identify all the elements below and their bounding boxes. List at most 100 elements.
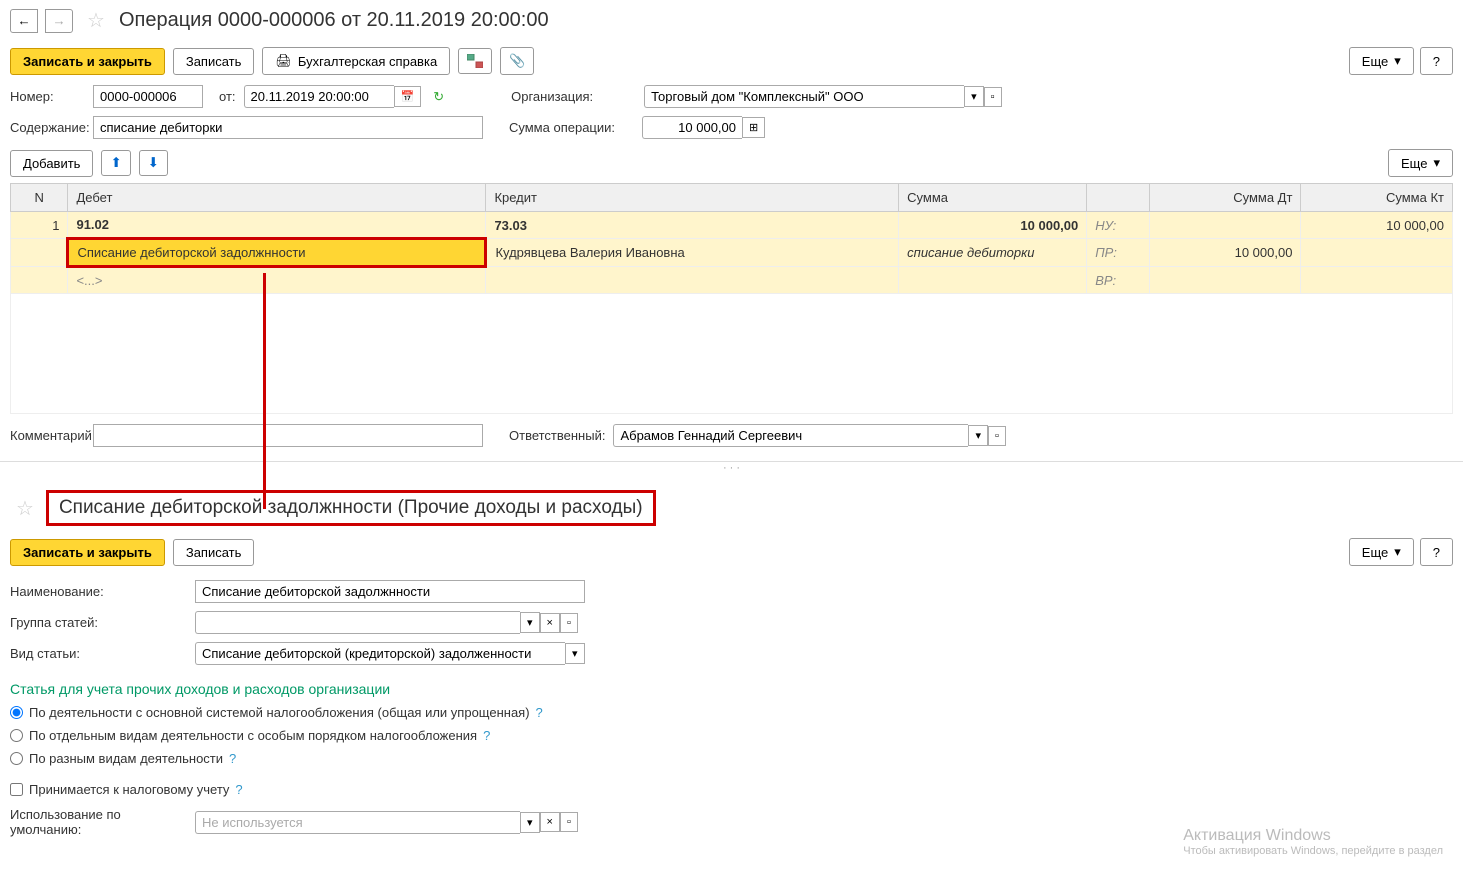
group-dropdown-button[interactable]: ▾ bbox=[520, 612, 540, 633]
cell-pr-label: ПР: bbox=[1087, 239, 1150, 267]
type-input[interactable] bbox=[195, 642, 565, 665]
org-dropdown-button[interactable]: ▾ bbox=[964, 86, 984, 107]
col-sum: Сумма bbox=[899, 184, 1087, 212]
help-button-2[interactable]: ? bbox=[1420, 538, 1453, 566]
table-more-button[interactable]: Еще ▾ bbox=[1388, 149, 1453, 177]
print-reference-button[interactable]: 🖨 Бухгалтерская справка bbox=[262, 47, 450, 75]
cell-debit-subconto2[interactable]: <...> bbox=[68, 267, 486, 294]
cell-empty bbox=[11, 239, 68, 267]
chevron-down-icon: ▾ bbox=[1433, 155, 1440, 171]
responsible-input[interactable] bbox=[613, 424, 968, 447]
calculator-icon: ⊞ bbox=[749, 122, 758, 134]
help-button[interactable]: ? bbox=[1420, 47, 1453, 75]
group-clear-button[interactable]: × bbox=[540, 613, 560, 633]
type-dropdown-button[interactable]: ▾ bbox=[565, 643, 585, 664]
cell-sum-kt-nu[interactable]: 10 000,00 bbox=[1301, 212, 1453, 239]
date-input[interactable] bbox=[244, 85, 394, 108]
save-button[interactable]: Записать bbox=[173, 48, 255, 75]
operation-sum-input[interactable] bbox=[642, 116, 742, 139]
save-button-2[interactable]: Записать bbox=[173, 539, 255, 566]
favorite-star-icon[interactable]: ☆ bbox=[87, 8, 105, 33]
checkbox-tax-accounting-label: Принимается к налоговому учету bbox=[29, 782, 229, 797]
help-icon[interactable]: ? bbox=[229, 751, 236, 766]
checkbox-tax-accounting[interactable] bbox=[10, 783, 23, 796]
calculator-button[interactable]: ⊞ bbox=[742, 117, 765, 138]
cell-credit-subconto1[interactable]: Кудрявцева Валерия Ивановна bbox=[486, 239, 899, 267]
cell-vr-label: ВР: bbox=[1087, 267, 1150, 294]
cell-sum-desc[interactable]: списание дебиторки bbox=[899, 239, 1087, 267]
radio-main-tax-system[interactable] bbox=[10, 706, 23, 719]
default-usage-input[interactable]: Не используется bbox=[195, 811, 520, 834]
cell-sum-dt-vr[interactable] bbox=[1149, 267, 1301, 294]
attachment-button[interactable]: 📎 bbox=[500, 47, 534, 75]
cell-sum-dt-pr[interactable]: 10 000,00 bbox=[1149, 239, 1301, 267]
watermark-title: Активация Windows bbox=[1183, 827, 1443, 845]
cell-debit-subconto1[interactable]: Списание дебиторской задолжнности bbox=[68, 239, 486, 267]
group-open-button[interactable]: ▫ bbox=[560, 613, 578, 633]
default-usage-label: Использование по умолчанию: bbox=[10, 807, 185, 837]
refresh-icon: ↻ bbox=[433, 89, 444, 105]
usage-clear-button[interactable]: × bbox=[540, 812, 560, 832]
section-title: Списание дебиторской задолжнности (Прочи… bbox=[46, 490, 656, 526]
save-and-close-button[interactable]: Записать и закрыть bbox=[10, 48, 165, 75]
save-and-close-button-2[interactable]: Записать и закрыть bbox=[10, 539, 165, 566]
cell-nu-label: НУ: bbox=[1087, 212, 1150, 239]
usage-open-button[interactable]: ▫ bbox=[560, 812, 578, 832]
help-icon[interactable]: ? bbox=[483, 728, 490, 743]
arrow-down-icon: ⬇ bbox=[148, 155, 159, 170]
radio-special-tax-activities[interactable] bbox=[10, 729, 23, 742]
cell-sum-kt-pr[interactable] bbox=[1301, 239, 1453, 267]
help-icon[interactable]: ? bbox=[235, 782, 242, 797]
cell-credit-subconto2[interactable] bbox=[486, 267, 899, 294]
name-input[interactable] bbox=[195, 580, 585, 603]
col-sum-kt: Сумма Кт bbox=[1301, 184, 1453, 212]
responsible-dropdown-button[interactable]: ▾ bbox=[968, 425, 988, 446]
cell-sum[interactable]: 10 000,00 bbox=[899, 212, 1087, 239]
content-input[interactable] bbox=[93, 116, 483, 139]
comment-label: Комментарий: bbox=[10, 428, 85, 443]
cell-sum-kt-vr[interactable] bbox=[1301, 267, 1453, 294]
responsible-open-button[interactable]: ▫ bbox=[988, 426, 1006, 446]
calendar-button[interactable]: 📅 bbox=[394, 86, 422, 107]
group-input[interactable] bbox=[195, 611, 520, 634]
more-button-2[interactable]: Еще ▾ bbox=[1349, 538, 1414, 566]
nav-back-button[interactable]: ← bbox=[10, 9, 38, 33]
table-row[interactable]: Списание дебиторской задолжнности Кудряв… bbox=[11, 239, 1453, 267]
debit-account-value: 91.02 bbox=[76, 217, 109, 232]
org-open-button[interactable]: ▫ bbox=[984, 87, 1002, 107]
more-label: Еще bbox=[1362, 54, 1388, 69]
help-icon[interactable]: ? bbox=[536, 705, 543, 720]
move-up-button[interactable]: ⬆ bbox=[101, 150, 130, 176]
table-row[interactable]: <...> ВР: bbox=[11, 267, 1453, 294]
col-sum-dt: Сумма Дт bbox=[1149, 184, 1301, 212]
from-label: от: bbox=[219, 89, 236, 104]
windows-activation-watermark: Активация Windows Чтобы активировать Win… bbox=[1183, 827, 1443, 857]
arrow-up-icon: ⬆ bbox=[110, 155, 121, 170]
nav-forward-button[interactable]: → bbox=[45, 9, 73, 33]
cell-sum-dt-nu[interactable] bbox=[1149, 212, 1301, 239]
page-title: Операция 0000-000006 от 20.11.2019 20:00… bbox=[119, 9, 549, 32]
dt-kt-button[interactable] bbox=[458, 48, 492, 74]
col-n: N bbox=[11, 184, 68, 212]
watermark-sub: Чтобы активировать Windows, перейдите в … bbox=[1183, 845, 1443, 857]
refresh-date-button[interactable]: ↻ bbox=[429, 87, 448, 107]
add-row-button[interactable]: Добавить bbox=[10, 150, 93, 177]
cell-debit-account[interactable]: 91.02 bbox=[68, 212, 486, 239]
move-down-button[interactable]: ⬇ bbox=[139, 150, 168, 176]
organization-input[interactable] bbox=[644, 85, 964, 108]
more-button[interactable]: Еще ▾ bbox=[1349, 47, 1414, 75]
usage-dropdown-button[interactable]: ▾ bbox=[520, 812, 540, 833]
comment-input[interactable] bbox=[93, 424, 483, 447]
cell-credit-account[interactable]: 73.03 bbox=[486, 212, 899, 239]
paperclip-icon: 📎 bbox=[509, 53, 525, 69]
radio-various-activities[interactable] bbox=[10, 752, 23, 765]
number-input[interactable] bbox=[93, 85, 203, 108]
favorite-star-icon[interactable]: ☆ bbox=[16, 496, 34, 521]
print-reference-label: Бухгалтерская справка bbox=[298, 54, 437, 69]
table-row[interactable]: 1 91.02 73.03 10 000,00 НУ: 10 000,00 bbox=[11, 212, 1453, 239]
credit-account-value: 73.03 bbox=[494, 218, 527, 233]
cell-n: 1 bbox=[11, 212, 68, 239]
name-label: Наименование: bbox=[10, 584, 185, 599]
chevron-down-icon: ▾ bbox=[1394, 544, 1401, 560]
col-tax-type bbox=[1087, 184, 1150, 212]
